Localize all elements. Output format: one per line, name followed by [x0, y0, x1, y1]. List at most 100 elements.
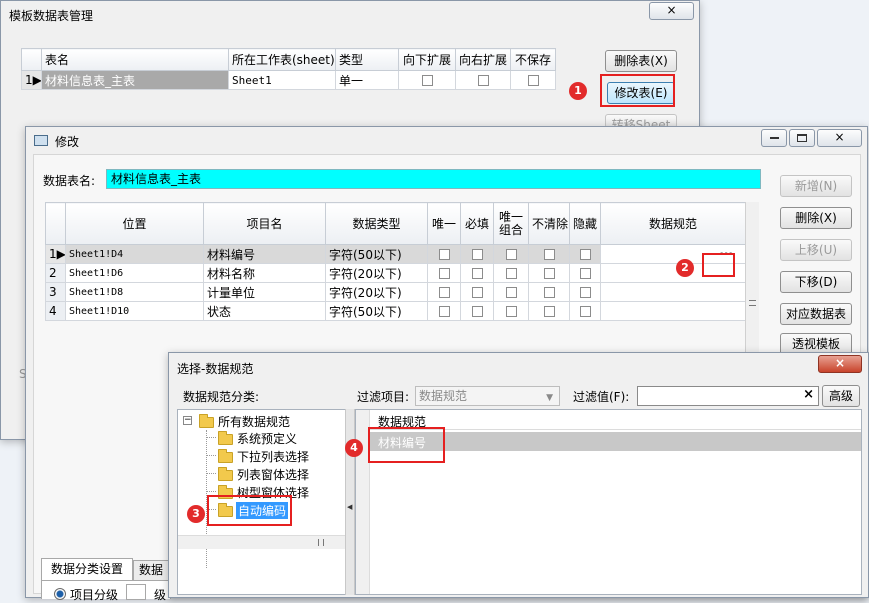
unique-checkbox[interactable]: [438, 249, 450, 260]
minimize-button[interactable]: [761, 129, 787, 147]
cell-table-name[interactable]: 材料信息表_主表: [41, 70, 229, 90]
tree-item-system[interactable]: 系统预定义: [237, 430, 297, 447]
cell-hidden[interactable]: [569, 263, 601, 283]
add-field-button[interactable]: 新增(N): [780, 175, 852, 197]
tree-expander[interactable]: −: [183, 416, 192, 425]
cell-unique[interactable]: [427, 282, 461, 302]
select-close-button[interactable]: ×: [818, 355, 862, 373]
cell-hidden[interactable]: [569, 282, 601, 302]
cell-position[interactable]: Sheet1!D4: [65, 244, 204, 264]
tree-horizontal-scrollbar[interactable]: [178, 535, 354, 549]
cell-unique-combo[interactable]: [493, 301, 529, 321]
cell-data-type[interactable]: 字符(20以下): [325, 263, 428, 283]
no-clear-checkbox[interactable]: [543, 268, 555, 279]
table-row[interactable]: 1▶ 材料信息表_主表 Sheet1 单一: [21, 70, 556, 90]
col-header-table-name[interactable]: 表名: [41, 48, 229, 71]
modify-table-button[interactable]: 修改表(E): [607, 82, 675, 104]
modify-close-button[interactable]: ×: [817, 129, 862, 147]
col-header-expand-down[interactable]: 向下扩展: [398, 48, 456, 71]
no-clear-checkbox[interactable]: [543, 306, 555, 317]
cell-data-rule[interactable]: [600, 282, 746, 302]
cell-no-save[interactable]: [510, 70, 556, 90]
unique-combo-checkbox[interactable]: [505, 306, 517, 317]
cell-data-rule[interactable]: [600, 301, 746, 321]
tree-root[interactable]: 所有数据规范: [218, 413, 290, 430]
cell-expand-right[interactable]: [455, 70, 511, 90]
tab-data[interactable]: 数据: [133, 560, 173, 580]
delete-field-button[interactable]: 删除(X): [780, 207, 852, 229]
col-header-unique[interactable]: 唯一: [427, 202, 461, 245]
table-row[interactable]: 3 Sheet1!D8 计量单位 字符(20以下): [45, 282, 746, 302]
tree-item-tree-form[interactable]: 树型窗体选择: [237, 484, 309, 501]
col-header-data-rule[interactable]: 数据规范: [600, 202, 746, 245]
cell-data-rule[interactable]: ···: [600, 244, 746, 264]
cell-item-name[interactable]: 计量单位: [203, 282, 326, 302]
cell-required[interactable]: [460, 301, 494, 321]
delete-table-button[interactable]: 删除表(X): [605, 50, 677, 72]
cell-required[interactable]: [460, 282, 494, 302]
hidden-checkbox[interactable]: [579, 306, 591, 317]
required-checkbox[interactable]: [471, 306, 483, 317]
cell-item-name[interactable]: 材料编号: [203, 244, 326, 264]
col-header-hidden[interactable]: 隐藏: [569, 202, 601, 245]
cell-hidden[interactable]: [569, 244, 601, 264]
rule-ellipsis-button[interactable]: ···: [719, 247, 733, 261]
table-row[interactable]: 4 Sheet1!D10 状态 字符(50以下): [45, 301, 746, 321]
map-table-button[interactable]: 对应数据表: [780, 303, 852, 325]
col-header-type[interactable]: 类型: [335, 48, 399, 71]
unique-checkbox[interactable]: [438, 287, 450, 298]
cell-unique[interactable]: [427, 263, 461, 283]
no-clear-checkbox[interactable]: [543, 287, 555, 298]
cell-data-type[interactable]: 字符(50以下): [325, 244, 428, 264]
table-row[interactable]: 1▶ Sheet1!D4 材料编号 字符(50以下) ···: [45, 244, 746, 264]
cell-required[interactable]: [460, 263, 494, 283]
cell-expand-down[interactable]: [398, 70, 456, 90]
cell-hidden[interactable]: [569, 301, 601, 321]
cell-position[interactable]: Sheet1!D8: [65, 282, 204, 302]
clear-filter-icon[interactable]: ×: [803, 387, 814, 402]
hidden-checkbox[interactable]: [579, 287, 591, 298]
col-header-no-save[interactable]: 不保存: [510, 48, 556, 71]
cell-unique[interactable]: [427, 244, 461, 264]
cell-sheet[interactable]: Sheet1: [228, 70, 336, 90]
tree-item-dropdown[interactable]: 下拉列表选择: [237, 448, 309, 465]
cell-no-clear[interactable]: [528, 301, 570, 321]
cell-no-clear[interactable]: [528, 263, 570, 283]
cell-unique-combo[interactable]: [493, 244, 529, 264]
cell-required[interactable]: [460, 244, 494, 264]
tab-category-settings[interactable]: 数据分类设置: [41, 558, 133, 580]
unique-checkbox[interactable]: [438, 306, 450, 317]
expand-right-checkbox[interactable]: [477, 75, 489, 86]
tree-item-list-form[interactable]: 列表窗体选择: [237, 466, 309, 483]
main-close-button[interactable]: ×: [649, 2, 694, 20]
cell-data-type[interactable]: 字符(20以下): [325, 282, 428, 302]
grid-vertical-scrollbar[interactable]: [745, 202, 759, 352]
required-checkbox[interactable]: [471, 287, 483, 298]
hidden-checkbox[interactable]: [579, 249, 591, 260]
unique-combo-checkbox[interactable]: [505, 287, 517, 298]
cell-no-clear[interactable]: [528, 282, 570, 302]
unique-checkbox[interactable]: [438, 268, 450, 279]
col-header-sheet[interactable]: 所在工作表(sheet): [228, 48, 336, 71]
cell-no-clear[interactable]: [528, 244, 570, 264]
maximize-button[interactable]: [789, 129, 815, 147]
filter-item-select[interactable]: 数据规范 ▼: [415, 386, 560, 406]
col-header-data-type[interactable]: 数据类型: [325, 202, 428, 245]
table-name-field[interactable]: 材料信息表_主表: [106, 169, 761, 189]
col-header-position[interactable]: 位置: [65, 202, 204, 245]
col-header-expand-right[interactable]: 向右扩展: [455, 48, 511, 71]
list-item[interactable]: 材料编号: [370, 432, 861, 451]
cell-unique-combo[interactable]: [493, 282, 529, 302]
rule-list[interactable]: 数据规范 材料编号: [355, 409, 862, 595]
cell-item-name[interactable]: 材料名称: [203, 263, 326, 283]
category-tree[interactable]: − 所有数据规范 系统预定义 下拉列表选择 列表窗体选择 树型窗体选择 自动编码: [177, 409, 355, 595]
tree-item-auto-code[interactable]: 自动编码: [236, 502, 289, 519]
required-checkbox[interactable]: [471, 268, 483, 279]
expand-down-checkbox[interactable]: [421, 75, 433, 86]
required-checkbox[interactable]: [471, 249, 483, 260]
move-down-button[interactable]: 下移(D): [780, 271, 852, 293]
col-header-required[interactable]: 必填: [460, 202, 494, 245]
hidden-checkbox[interactable]: [579, 268, 591, 279]
move-up-button[interactable]: 上移(U): [780, 239, 852, 261]
col-header-item-name[interactable]: 项目名: [203, 202, 326, 245]
